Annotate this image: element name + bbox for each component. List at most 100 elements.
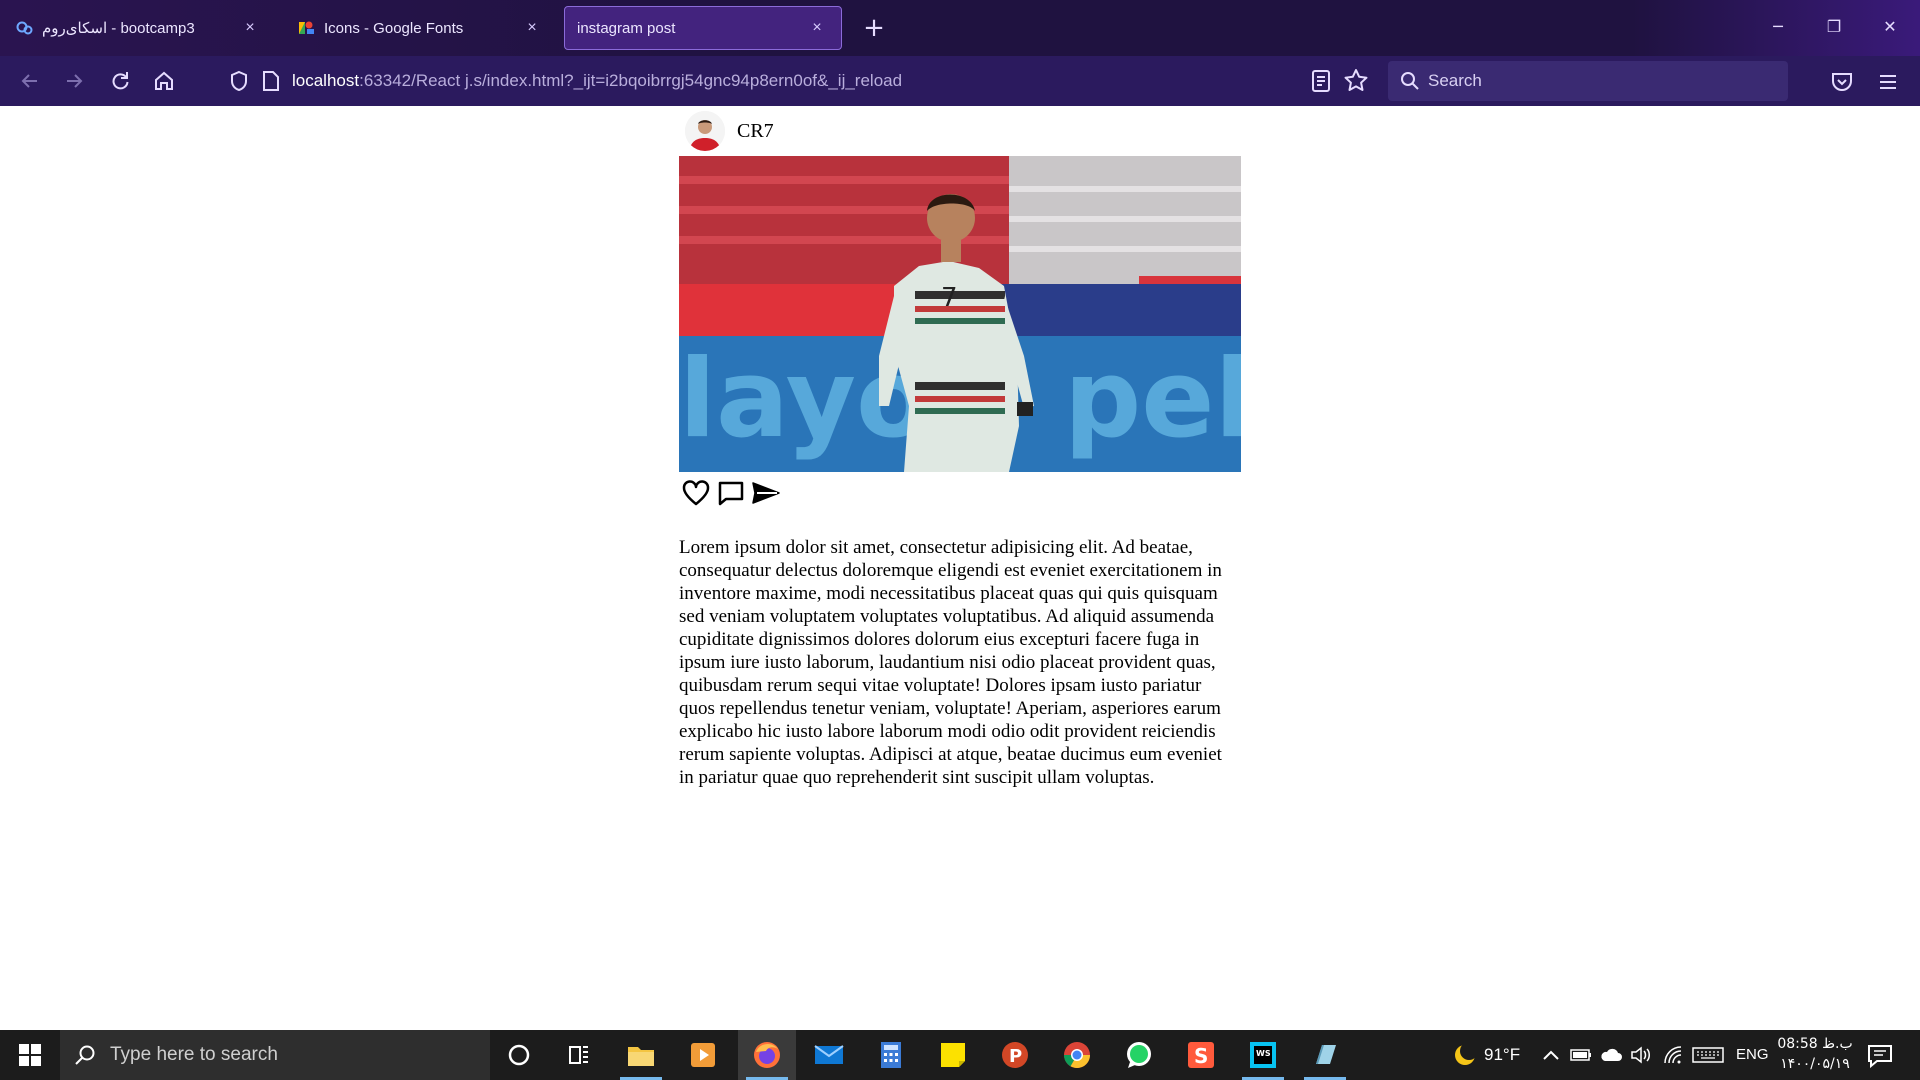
cortana-button[interactable] bbox=[490, 1030, 548, 1080]
weather-moon-icon[interactable] bbox=[1452, 1042, 1478, 1068]
start-button[interactable] bbox=[0, 1030, 60, 1080]
heart-icon bbox=[682, 480, 710, 506]
tab-google-fonts[interactable]: Icons - Google Fonts × bbox=[286, 6, 556, 50]
tab-title: اسکای‌روم - bootcamp3 bbox=[42, 20, 195, 37]
home-button[interactable] bbox=[148, 65, 180, 97]
post-header: CR7 bbox=[679, 106, 1241, 156]
mail-icon bbox=[814, 1045, 844, 1064]
onedrive-cloud-icon[interactable] bbox=[1600, 1045, 1622, 1065]
tab-skyroom[interactable]: اسکای‌روم - bootcamp3 × bbox=[4, 6, 274, 50]
forward-button[interactable] bbox=[58, 65, 90, 97]
new-tab-button[interactable]: + bbox=[858, 12, 890, 44]
taskbar-sublime[interactable]: S bbox=[1172, 1030, 1230, 1080]
hamburger-menu-icon[interactable] bbox=[1876, 70, 1900, 94]
username[interactable]: CR7 bbox=[737, 120, 774, 143]
shield-icon[interactable] bbox=[228, 70, 250, 92]
sticky-notes-icon bbox=[941, 1043, 965, 1067]
browser-search-input[interactable]: Search bbox=[1388, 61, 1788, 101]
taskbar-calculator[interactable] bbox=[862, 1030, 920, 1080]
arrow-right-icon bbox=[67, 74, 83, 88]
instagram-post: CR7 layo pel 7 Lorem ipsum dolor sit ame… bbox=[679, 106, 1241, 789]
windows-taskbar: Type here to search P S WS 91°F ENG 08:5… bbox=[0, 1030, 1920, 1080]
post-caption: Lorem ipsum dolor sit amet, consectetur … bbox=[679, 537, 1222, 788]
weather-temperature[interactable]: 91°F bbox=[1484, 1045, 1520, 1065]
browser-tab-strip: اسکای‌روم - bootcamp3 × Icons - Google F… bbox=[0, 0, 1920, 56]
file-explorer-icon bbox=[628, 1047, 654, 1066]
back-button[interactable] bbox=[14, 65, 46, 97]
svg-text:7: 7 bbox=[941, 283, 958, 313]
skyroom-icon bbox=[16, 21, 33, 35]
powerpoint-icon: P bbox=[1002, 1042, 1028, 1068]
comment-button[interactable] bbox=[714, 477, 748, 509]
post-image: layo pel 7 bbox=[679, 156, 1241, 472]
taskbar-search-placeholder: Type here to search bbox=[110, 1044, 278, 1065]
clock-time[interactable]: 08:58 ب.ظ bbox=[1774, 1036, 1856, 1052]
svg-text:S: S bbox=[1194, 1044, 1208, 1068]
taskbar-powerpoint[interactable]: P bbox=[986, 1030, 1044, 1080]
pocket-icon[interactable] bbox=[1830, 70, 1854, 94]
reader-view-icon[interactable] bbox=[1308, 68, 1334, 94]
taskbar-app[interactable] bbox=[1296, 1030, 1354, 1080]
search-placeholder: Search bbox=[1428, 71, 1482, 90]
share-button[interactable] bbox=[749, 477, 783, 509]
firefox-icon bbox=[754, 1042, 780, 1068]
window-restore-button[interactable]: ❐ bbox=[1806, 0, 1862, 56]
notification-center-icon[interactable] bbox=[1866, 1042, 1894, 1070]
input-language[interactable]: ENG bbox=[1736, 1046, 1769, 1063]
post-actions bbox=[679, 472, 1241, 514]
sublime-icon: S bbox=[1188, 1042, 1214, 1068]
calculator-icon bbox=[881, 1042, 901, 1068]
whatsapp-icon bbox=[1127, 1042, 1151, 1068]
chevron-up-icon[interactable] bbox=[1540, 1045, 1562, 1065]
wifi-icon[interactable] bbox=[1662, 1045, 1684, 1065]
avatar-image bbox=[685, 111, 725, 151]
page-content: CR7 layo pel 7 Lorem ipsum dolor sit ame… bbox=[0, 106, 1920, 1030]
svg-text:pel: pel bbox=[1064, 337, 1241, 462]
clock-date[interactable]: ۱۴۰۰/۰۵/۱۹ bbox=[1774, 1056, 1856, 1072]
address-bar[interactable]: localhost:63342/React j.s/index.html?_ij… bbox=[222, 63, 1372, 99]
taskbar-file-explorer[interactable] bbox=[612, 1030, 670, 1080]
url-path: :63342/React j.s/index.html?_ijt=i2bqoib… bbox=[359, 71, 903, 90]
tab-close-icon[interactable]: × bbox=[807, 19, 827, 37]
search-icon bbox=[75, 1045, 95, 1065]
keyboard-icon[interactable] bbox=[1692, 1045, 1724, 1065]
tab-title: instagram post bbox=[577, 19, 676, 37]
like-button[interactable] bbox=[679, 477, 713, 509]
home-icon bbox=[155, 71, 173, 90]
tab-close-icon[interactable]: × bbox=[240, 19, 260, 37]
comment-icon bbox=[718, 481, 744, 506]
taskbar-mail[interactable] bbox=[800, 1030, 858, 1080]
webstorm-icon: WS bbox=[1250, 1042, 1276, 1068]
battery-icon[interactable] bbox=[1570, 1045, 1592, 1065]
app-icon bbox=[1316, 1045, 1336, 1064]
taskbar-chrome[interactable] bbox=[1048, 1030, 1106, 1080]
page-icon[interactable] bbox=[262, 71, 280, 91]
volume-icon[interactable] bbox=[1630, 1045, 1652, 1065]
reload-button[interactable] bbox=[104, 65, 136, 97]
bookmark-star-icon[interactable] bbox=[1342, 67, 1370, 95]
arrow-left-icon bbox=[21, 74, 37, 88]
windows-logo-icon bbox=[19, 1044, 41, 1066]
svg-text:P: P bbox=[1009, 1046, 1022, 1067]
search-icon bbox=[1401, 72, 1419, 90]
taskbar-webstorm[interactable]: WS bbox=[1234, 1030, 1292, 1080]
reload-icon bbox=[112, 72, 129, 90]
url-host: localhost bbox=[292, 71, 360, 90]
taskbar-search-input[interactable]: Type here to search bbox=[60, 1030, 490, 1080]
svg-text:WS: WS bbox=[1256, 1049, 1271, 1058]
window-minimize-button[interactable]: ─ bbox=[1750, 0, 1806, 56]
avatar[interactable] bbox=[685, 111, 725, 151]
tab-title: Icons - Google Fonts bbox=[324, 19, 464, 37]
taskbar-whatsapp[interactable] bbox=[1110, 1030, 1168, 1080]
chrome-icon bbox=[1063, 1042, 1091, 1069]
send-icon bbox=[752, 482, 780, 504]
task-view-icon bbox=[569, 1046, 588, 1064]
window-close-button[interactable]: ✕ bbox=[1862, 0, 1918, 56]
tab-close-icon[interactable]: × bbox=[522, 19, 542, 37]
task-view-button[interactable] bbox=[550, 1030, 608, 1080]
taskbar-video-player[interactable] bbox=[674, 1030, 732, 1080]
browser-toolbar: localhost:63342/React j.s/index.html?_ij… bbox=[0, 56, 1920, 106]
taskbar-sticky-notes[interactable] bbox=[924, 1030, 982, 1080]
taskbar-firefox[interactable] bbox=[738, 1030, 796, 1080]
tab-instagram-post[interactable]: instagram post × bbox=[564, 6, 842, 50]
